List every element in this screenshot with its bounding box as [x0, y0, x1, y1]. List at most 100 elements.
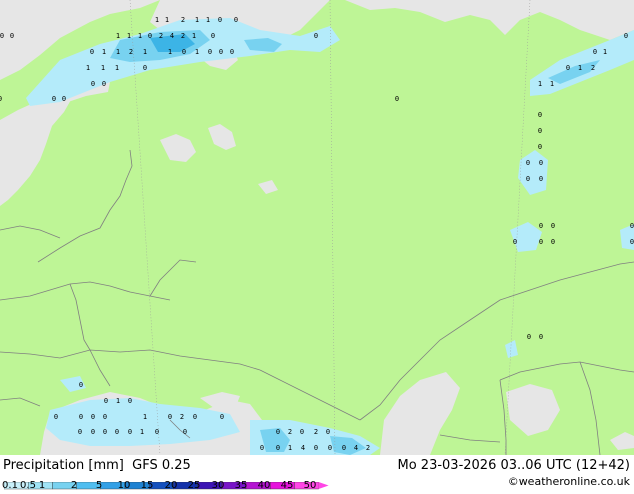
precip-value-label: 1 [116, 48, 120, 56]
precip-value-label: 0 [0, 95, 2, 103]
precip-value-label: 4 [170, 32, 174, 40]
precip-value-label: 0 [624, 32, 628, 40]
precip-value-label: 0 [538, 127, 542, 135]
precip-value-label: 0 [539, 159, 543, 167]
precip-value-label: 0 [103, 413, 107, 421]
precip-value-label: 0 [314, 32, 318, 40]
precip-value-label: 0 [54, 413, 58, 421]
precip-value-label: 0 [128, 428, 132, 436]
precip-value-label: 1 [165, 16, 169, 24]
precip-value-label: 0 [551, 222, 555, 230]
scale-tick-label: 50 [303, 480, 317, 491]
precip-value-label: 0 [102, 80, 106, 88]
precip-value-label: 0 [79, 413, 83, 421]
map-footer: Precipitation [mm] GFS 0.25 Mo 23-03-202… [0, 455, 634, 491]
scale-tick-label: 45 [280, 480, 294, 491]
precip-value-label: 0 [128, 397, 132, 405]
precip-value-label: 1 [538, 80, 542, 88]
precip-value-label: 0 [62, 95, 66, 103]
precip-value-label: 0 [168, 413, 172, 421]
precip-value-label: 1 [603, 48, 607, 56]
precip-value-label: 1 [288, 444, 292, 452]
precip-value-label: 0 [52, 95, 56, 103]
precip-value-label: 0 [538, 143, 542, 151]
precip-value-label: 0 [326, 428, 330, 436]
precip-value-label: 0 [219, 48, 223, 56]
precip-value-label: 1 [192, 32, 196, 40]
precip-value-label: 0 [211, 32, 215, 40]
precip-value-label: 0 [91, 428, 95, 436]
precip-value-label: 0 [276, 428, 280, 436]
precip-value-label: 2 [181, 32, 185, 40]
precip-value-label: 0 [539, 333, 543, 341]
precip-value-label: 0 [143, 64, 147, 72]
precip-value-label: 0 [342, 444, 346, 452]
scale-tick-label: 35 [234, 480, 248, 491]
precip-value-label: 1 [195, 48, 199, 56]
precip-value-label: 2 [288, 428, 292, 436]
precip-value-label: 0 [566, 64, 570, 72]
scale-tick-label: 15 [140, 480, 154, 491]
precip-value-label: 1 [138, 32, 142, 40]
precip-value-label: 0 [155, 428, 159, 436]
precip-value-label: 4 [301, 444, 305, 452]
precip-value-label: 0 [328, 444, 332, 452]
scale-tick-label: 10 [117, 480, 131, 491]
precip-value-label: 0 [218, 16, 222, 24]
precip-value-label: 1 [127, 32, 131, 40]
scale-tick-label: 30 [211, 480, 225, 491]
precip-value-label: 0 [539, 175, 543, 183]
precip-value-label: 2 [366, 444, 370, 452]
precip-value-label: 0 [593, 48, 597, 56]
model-name: GFS 0.25 [132, 458, 191, 473]
precip-value-label: 0 [395, 95, 399, 103]
precip-value-label: 0 [115, 428, 119, 436]
precip-value-label: 0 [183, 428, 187, 436]
scale-tick-label: 1 [38, 480, 46, 491]
precip-value-label: 0 [630, 222, 634, 230]
precip-value-label: 0 [182, 48, 186, 56]
precip-value-label: 2 [591, 64, 595, 72]
precip-value-label: 0 [314, 444, 318, 452]
precip-value-label: 0 [551, 238, 555, 246]
precip-value-label: 0 [90, 48, 94, 56]
precip-value-label: 0 [260, 444, 264, 452]
precip-value-label: 2 [159, 32, 163, 40]
precip-value-label: 1 [116, 397, 120, 405]
precip-value-label: 1 [578, 64, 582, 72]
precip-value-label: 1 [116, 32, 120, 40]
precip-value-label: 2 [314, 428, 318, 436]
precip-value-label: 1 [195, 16, 199, 24]
precip-value-label: 0 [300, 428, 304, 436]
scale-tick-label: 0.1 [2, 480, 18, 491]
precip-value-label: 0 [148, 32, 152, 40]
precip-value-label: 0 [526, 175, 530, 183]
precip-value-label: 0 [527, 333, 531, 341]
precip-value-label: 2 [129, 48, 133, 56]
scale-tick-label: 2 [70, 480, 78, 491]
precip-value-label: 1 [206, 16, 210, 24]
precip-value-label: 0 [193, 413, 197, 421]
scale-tick-label: 0.5 [20, 480, 36, 491]
precip-value-label: 0 [526, 159, 530, 167]
precip-value-label: 1 [140, 428, 144, 436]
precip-value-label: 0 [91, 80, 95, 88]
precip-value-label: 4 [354, 444, 358, 452]
valid-datetime: Mo 23-03-2026 03..06 UTC (12+42) [397, 458, 631, 473]
precip-value-label: 1 [102, 48, 106, 56]
precip-value-label: 0 [230, 48, 234, 56]
precip-value-label: 1 [86, 64, 90, 72]
precip-value-label: 0 [10, 32, 14, 40]
precip-value-label: 0 [79, 381, 83, 389]
scale-end-arrow [318, 482, 329, 489]
precip-value-label: 0 [91, 413, 95, 421]
precip-value-label: 0 [538, 111, 542, 119]
precip-value-label: 2 [181, 16, 185, 24]
precip-value-label: 1 [143, 48, 147, 56]
precip-value-label: 0 [276, 444, 280, 452]
precip-value-label: 1 [115, 64, 119, 72]
precip-value-label: 2 [180, 413, 184, 421]
product-name: Precipitation [mm] [3, 458, 124, 473]
precip-value-label: 0 [0, 32, 4, 40]
precip-value-label: 1 [101, 64, 105, 72]
